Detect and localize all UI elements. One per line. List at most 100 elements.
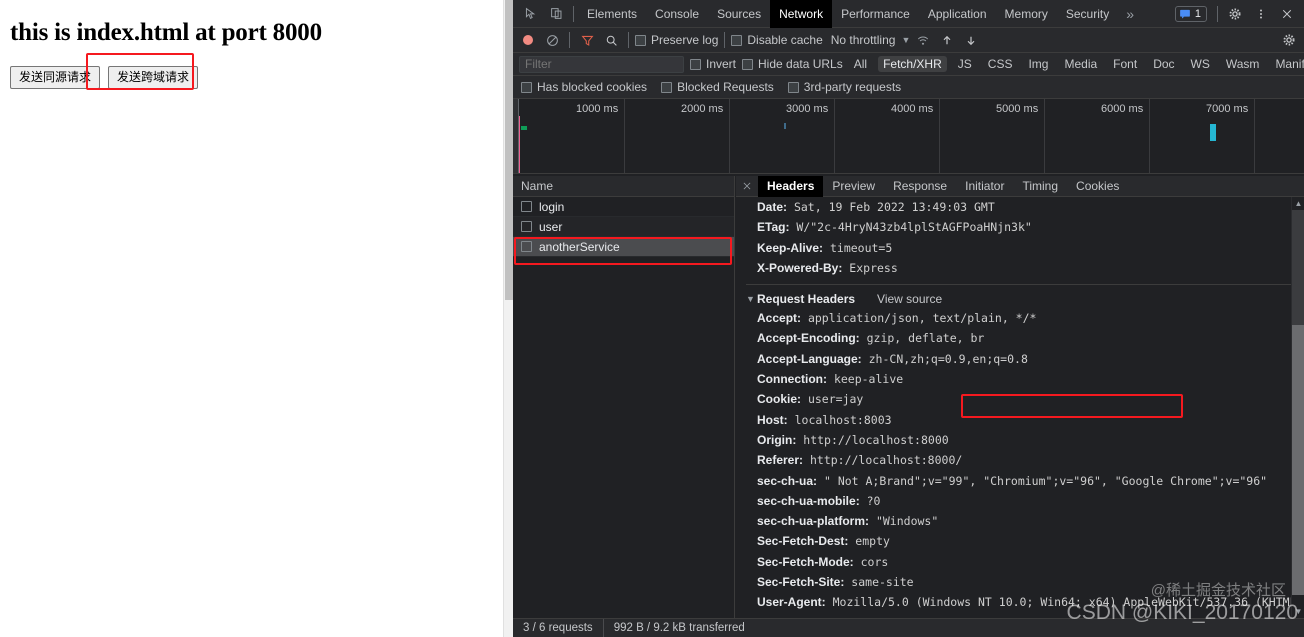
tab-response[interactable]: Response (884, 176, 956, 197)
scroll-up-arrow-icon[interactable]: ▲ (1292, 197, 1304, 210)
disable-cache-label: Disable cache (747, 33, 822, 47)
tab-performance[interactable]: Performance (832, 0, 919, 28)
scrollbar-thumb[interactable] (1292, 325, 1304, 595)
filter-type-fetch-xhr[interactable]: Fetch/XHR (878, 56, 947, 72)
device-toolbar-icon[interactable] (543, 1, 569, 27)
overview-tick-3000: 3000 ms (786, 103, 828, 115)
more-options-icon[interactable] (1248, 1, 1274, 27)
request-header-sec-fetch-site: Sec-Fetch-Site: same-site (746, 572, 1304, 592)
preserve-log-box[interactable] (635, 35, 646, 46)
inspect-element-icon[interactable] (517, 1, 543, 27)
filter-type-all[interactable]: All (849, 56, 872, 72)
tab-preview[interactable]: Preview (823, 176, 884, 197)
record-button[interactable] (517, 29, 539, 51)
overview-tick-4000: 4000 ms (891, 103, 933, 115)
request-header-sec-ch-ua-platform: sec-ch-ua-platform: "Windows" (746, 511, 1304, 531)
tab-initiator[interactable]: Initiator (956, 176, 1013, 197)
overview-tick-7000: 7000 ms (1206, 103, 1248, 115)
filter-type-manifest[interactable]: Manifest (1270, 56, 1304, 72)
overview-tick-1000: 1000 ms (576, 103, 618, 115)
filter-type-img[interactable]: Img (1023, 56, 1053, 72)
request-list-header[interactable]: Name (513, 176, 734, 197)
request-header-origin: Origin: http://localhost:8000 (746, 430, 1304, 450)
table-row[interactable]: login (513, 197, 734, 217)
filter-type-ws[interactable]: WS (1186, 56, 1215, 72)
filter-type-doc[interactable]: Doc (1148, 56, 1179, 72)
scrollbar-track-upper[interactable] (1292, 210, 1304, 325)
request-header-sec-ch-ua-mobile: sec-ch-ua-mobile: ?0 (746, 491, 1304, 511)
page-scrollbar-thumb[interactable] (505, 0, 513, 300)
has-blocked-cookies-checkbox[interactable]: Has blocked cookies (521, 80, 647, 94)
request-header-sec-fetch-mode: Sec-Fetch-Mode: cors (746, 552, 1304, 572)
network-overview-timeline[interactable]: 1000 ms 2000 ms 3000 ms 4000 ms 5000 ms … (513, 99, 1304, 174)
tabbar-divider-right (1217, 6, 1218, 22)
tab-security[interactable]: Security (1057, 0, 1118, 28)
column-header-name: Name (521, 179, 553, 193)
toolbar-divider (573, 6, 574, 22)
headers-scroll-area[interactable]: Date: Sat, 19 Feb 2022 13:49:03 GMT ETag… (736, 197, 1304, 618)
filter-funnel-icon[interactable] (576, 29, 598, 51)
third-party-requests-box[interactable] (788, 82, 799, 93)
network-body: Name login user anotherService (513, 176, 1304, 618)
issues-badge[interactable]: 1 (1175, 6, 1207, 22)
tab-memory[interactable]: Memory (996, 0, 1057, 28)
filter-input[interactable] (519, 56, 684, 73)
close-detail-icon[interactable] (736, 176, 758, 197)
chevron-down-icon[interactable]: ▼ (901, 35, 910, 45)
response-header-keep-alive: Keep-Alive: timeout=5 (746, 238, 1304, 258)
tab-timing[interactable]: Timing (1013, 176, 1067, 197)
search-icon[interactable] (600, 29, 622, 51)
request-headers-section-header[interactable]: ▼ Request Headers View source (746, 284, 1304, 306)
detail-scrollbar[interactable]: ▲ ▼ (1291, 197, 1304, 618)
blocked-requests-box[interactable] (661, 82, 672, 93)
filter-type-js[interactable]: JS (953, 56, 977, 72)
request-headers-title: Request Headers (757, 292, 855, 306)
filter-type-font[interactable]: Font (1108, 56, 1142, 72)
filter-type-media[interactable]: Media (1059, 56, 1102, 72)
has-blocked-cookies-box[interactable] (521, 82, 532, 93)
tab-application[interactable]: Application (919, 0, 996, 28)
more-tabs-icon[interactable]: » (1118, 0, 1142, 28)
third-party-requests-checkbox[interactable]: 3rd-party requests (788, 80, 901, 94)
page-scrollbar[interactable] (503, 0, 513, 637)
overview-request-bar-faint (784, 123, 786, 129)
scroll-down-arrow-icon[interactable]: ▼ (1292, 605, 1304, 618)
blocked-requests-checkbox[interactable]: Blocked Requests (661, 80, 774, 94)
request-header-connection: Connection: keep-alive (746, 369, 1304, 389)
collapse-triangle-icon[interactable]: ▼ (746, 294, 757, 304)
disable-cache-box[interactable] (731, 35, 742, 46)
disable-cache-checkbox[interactable]: Disable cache (731, 33, 822, 47)
tab-elements[interactable]: Elements (578, 0, 646, 28)
tab-sources[interactable]: Sources (708, 0, 770, 28)
gear-icon[interactable] (1222, 1, 1248, 27)
toolbar-divider-2 (628, 32, 629, 48)
view-source-link[interactable]: View source (877, 292, 942, 306)
hide-data-urls-checkbox[interactable]: Hide data URLs (742, 57, 843, 71)
tab-cookies[interactable]: Cookies (1067, 176, 1128, 197)
close-icon[interactable] (1274, 1, 1300, 27)
hide-data-urls-box[interactable] (742, 59, 753, 70)
invert-label: Invert (706, 57, 736, 71)
filter-type-wasm[interactable]: Wasm (1221, 56, 1265, 72)
import-har-icon[interactable] (936, 29, 958, 51)
same-origin-request-button[interactable]: 发送同源请求 (10, 66, 100, 89)
clear-icon[interactable] (541, 29, 563, 51)
table-row[interactable]: user (513, 217, 734, 237)
overview-request-bar-blue (1210, 124, 1216, 141)
preserve-log-checkbox[interactable]: Preserve log (635, 33, 718, 47)
table-row[interactable]: anotherService (513, 237, 734, 257)
request-detail-pane: Headers Preview Response Initiator Timin… (736, 176, 1304, 618)
tab-console[interactable]: Console (646, 0, 708, 28)
network-settings-gear-icon[interactable] (1278, 29, 1300, 51)
throttling-select[interactable]: No throttling (831, 33, 896, 47)
export-har-icon[interactable] (960, 29, 982, 51)
tab-headers[interactable]: Headers (758, 176, 823, 197)
cross-origin-request-button[interactable]: 发送跨域请求 (108, 66, 198, 89)
tab-network[interactable]: Network (770, 0, 832, 28)
filter-type-css[interactable]: CSS (983, 56, 1018, 72)
wifi-icon[interactable] (912, 29, 934, 51)
invert-checkbox[interactable]: Invert (690, 57, 736, 71)
invert-box[interactable] (690, 59, 701, 70)
request-header-referer: Referer: http://localhost:8000/ (746, 450, 1304, 470)
devtools-panel: Elements Console Sources Network Perform… (513, 0, 1304, 637)
